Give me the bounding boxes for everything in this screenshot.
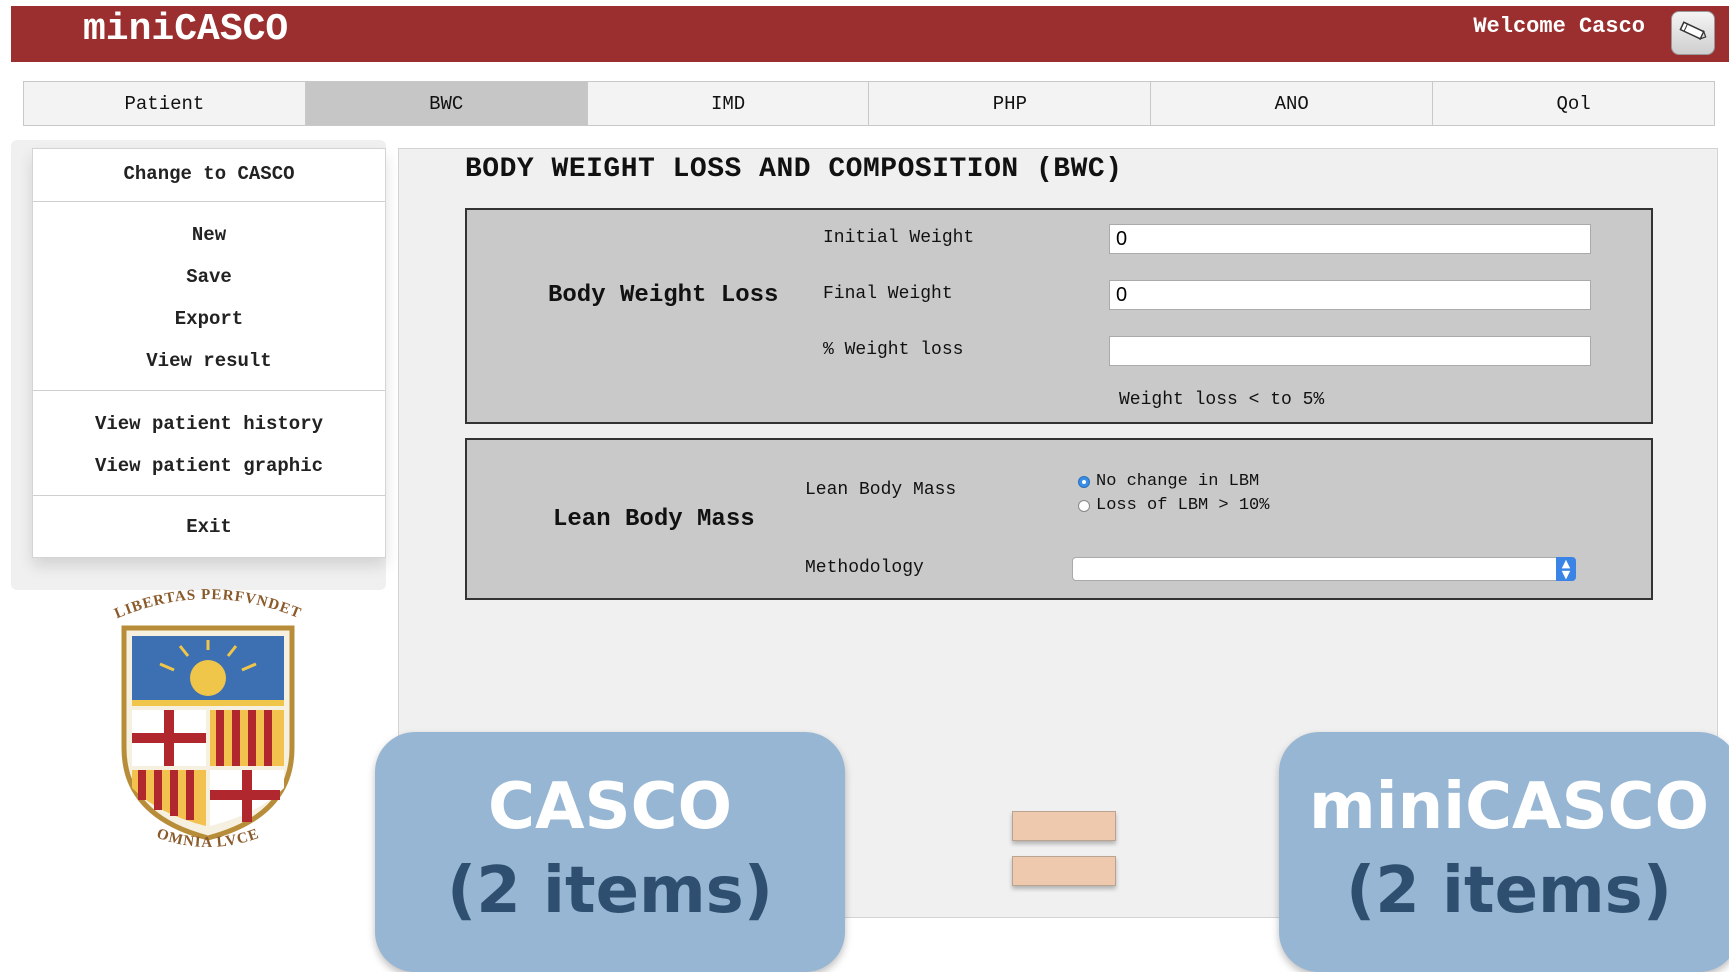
radio-loss-lbm[interactable]: Loss of LBM > 10% bbox=[1078, 496, 1269, 515]
exit-item[interactable]: Exit bbox=[33, 506, 385, 548]
menu-group-file: New Save Export View result bbox=[33, 202, 385, 391]
tab-bwc[interactable]: BWC bbox=[305, 82, 588, 125]
view-result-item[interactable]: View result bbox=[33, 340, 385, 382]
tab-ano[interactable]: ANO bbox=[1151, 82, 1434, 125]
chevron-updown-icon: ▲ ▼ bbox=[1556, 557, 1576, 581]
percent-weight-loss-input[interactable] bbox=[1109, 336, 1591, 366]
lbm-label: Lean Body Mass bbox=[805, 480, 957, 500]
minicasco-overlay-title: miniCASCO bbox=[1308, 770, 1710, 844]
svg-text:LIBERTAS PERFVNDET: LIBERTAS PERFVNDET bbox=[112, 588, 303, 622]
sidebar-menu: Change to CASCO New Save Export View res… bbox=[32, 148, 386, 558]
tab-bar: Patient BWC IMD PHP ANO Qol bbox=[23, 81, 1715, 126]
weight-loss-note: Weight loss < to 5% bbox=[1119, 390, 1325, 410]
initial-weight-label: Initial Weight bbox=[823, 228, 975, 248]
university-crest: LIBERTAS PERFVNDET OMNIA LVCE bbox=[108, 587, 308, 858]
edit-button[interactable] bbox=[1671, 11, 1715, 55]
minicasco-overlay-box: miniCASCO (2 items) bbox=[1279, 732, 1729, 972]
percent-weight-loss-label: % Weight loss bbox=[823, 340, 964, 360]
equals-bar-bottom bbox=[1012, 856, 1116, 886]
lean-body-mass-panel: Lean Body Mass Lean Body Mass No change … bbox=[465, 438, 1653, 600]
body-weight-loss-panel: Body Weight Loss Initial Weight 0 Final … bbox=[465, 208, 1653, 424]
crest-top-motto: LIBERTAS PERFVNDET bbox=[112, 587, 302, 622]
casco-overlay-count: (2 items) bbox=[446, 854, 774, 928]
section-title: BODY WEIGHT LOSS AND COMPOSITION (BWC) bbox=[465, 154, 1123, 185]
methodology-select[interactable]: ▲ ▼ bbox=[1072, 557, 1576, 581]
tab-php[interactable]: PHP bbox=[869, 82, 1152, 125]
final-weight-input[interactable]: 0 bbox=[1109, 280, 1591, 310]
minicasco-overlay-count: (2 items) bbox=[1345, 854, 1673, 928]
radio-selected-indicator bbox=[1078, 475, 1090, 488]
header-bar: miniCASCO Welcome Casco bbox=[11, 6, 1729, 62]
tab-imd[interactable]: IMD bbox=[588, 82, 870, 125]
save-item[interactable]: Save bbox=[33, 256, 385, 298]
welcome-text: Welcome Casco bbox=[1473, 14, 1645, 39]
new-item[interactable]: New bbox=[33, 214, 385, 256]
menu-group-patient: View patient history View patient graphi… bbox=[33, 391, 385, 496]
change-to-casco-item[interactable]: Change to CASCO bbox=[33, 153, 385, 195]
lbm-title: Lean Body Mass bbox=[553, 506, 755, 533]
casco-overlay-box: CASCO (2 items) bbox=[375, 732, 845, 972]
view-graphic-item[interactable]: View patient graphic bbox=[33, 445, 385, 487]
pencil-icon bbox=[1678, 18, 1708, 49]
bwl-title: Body Weight Loss bbox=[548, 282, 779, 309]
menu-group-exit: Exit bbox=[33, 496, 385, 552]
final-weight-label: Final Weight bbox=[823, 284, 953, 304]
radio-unselected-indicator bbox=[1078, 499, 1090, 512]
tab-patient[interactable]: Patient bbox=[24, 82, 306, 125]
view-history-item[interactable]: View patient history bbox=[33, 403, 385, 445]
app-title: miniCASCO bbox=[83, 8, 289, 51]
menu-group-mode: Change to CASCO bbox=[33, 149, 385, 202]
initial-weight-input[interactable]: 0 bbox=[1109, 224, 1591, 254]
radio-loss-lbm-label: Loss of LBM > 10% bbox=[1096, 496, 1270, 515]
casco-overlay-title: CASCO bbox=[488, 770, 732, 844]
radio-no-change[interactable]: No change in LBM bbox=[1078, 472, 1259, 491]
radio-no-change-label: No change in LBM bbox=[1096, 472, 1260, 491]
methodology-label: Methodology bbox=[805, 558, 924, 578]
export-item[interactable]: Export bbox=[33, 298, 385, 340]
tab-qol[interactable]: Qol bbox=[1433, 82, 1714, 125]
equals-bar-top bbox=[1012, 811, 1116, 841]
